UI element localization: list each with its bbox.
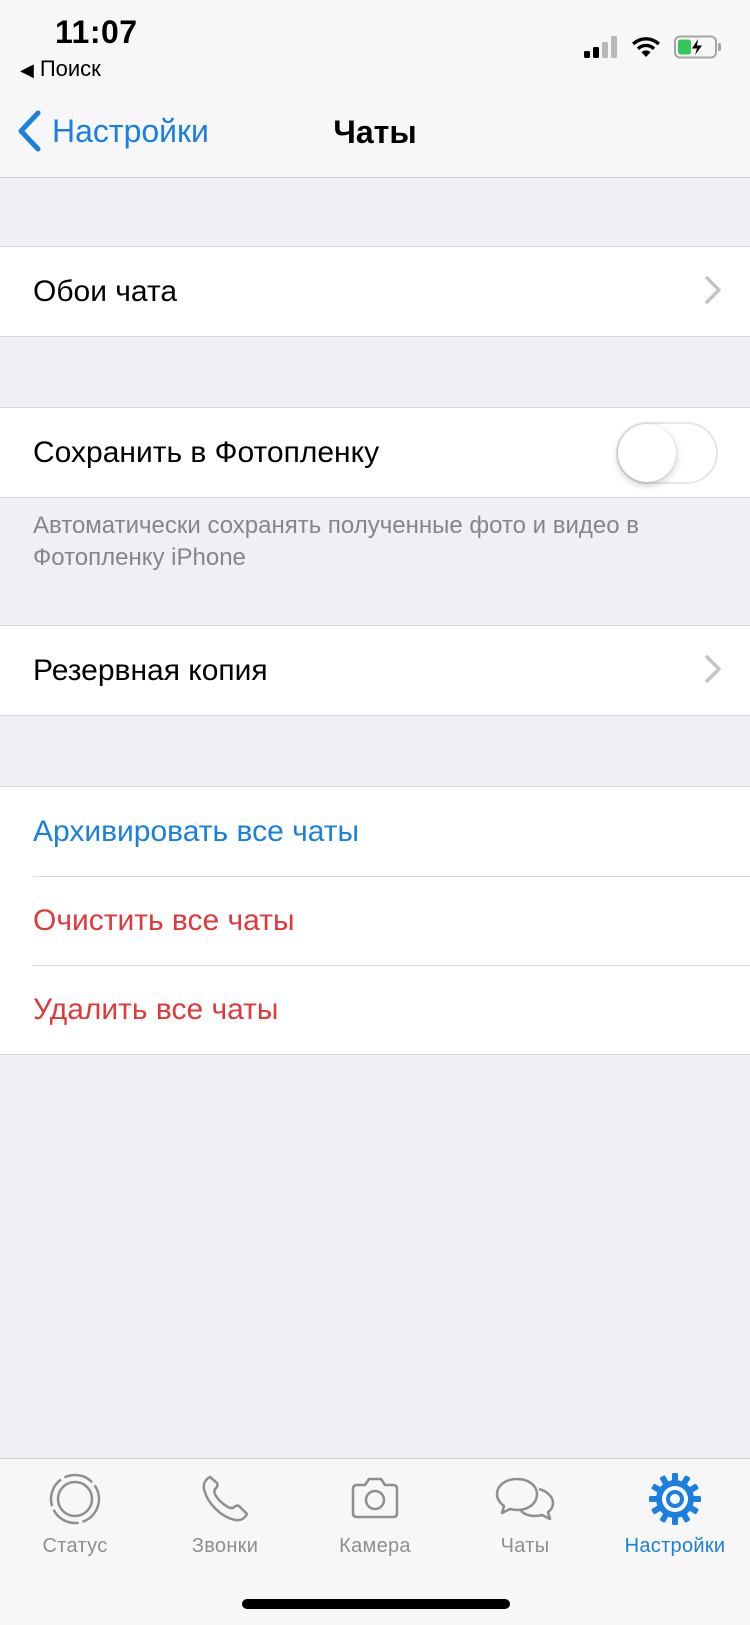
home-indicator[interactable] [242, 1599, 510, 1609]
archive-all-chats-label: Архивировать все чаты [33, 814, 360, 848]
signal-icon [584, 36, 617, 58]
tab-calls[interactable]: Звонки [150, 1471, 300, 1558]
tab-settings-label: Настройки [624, 1535, 726, 1557]
tab-camera-label: Камера [339, 1535, 411, 1557]
chat-wallpaper-label: Обои чата [33, 274, 178, 308]
status-time: 11:07 [55, 14, 138, 50]
status-icon [49, 1473, 101, 1525]
chat-wallpaper-row[interactable]: Обои чата [0, 247, 750, 336]
gear-icon [649, 1473, 701, 1525]
battery-charging-icon [674, 35, 721, 59]
backup-group: Резервная копия [0, 625, 750, 716]
clear-all-chats-label: Очистить все чаты [33, 903, 295, 937]
chat-bubbles-icon [495, 1477, 555, 1521]
clear-all-chats-button[interactable]: Очистить все чаты [0, 876, 750, 965]
status-icons [584, 34, 722, 60]
navigation-bar: Настройки Чаты [0, 90, 750, 178]
save-to-camera-roll-toggle[interactable] [616, 422, 718, 484]
delete-all-chats-label: Удалить все чаты [33, 992, 279, 1026]
delete-all-chats-button[interactable]: Удалить все чаты [0, 965, 750, 1054]
tab-calls-label: Звонки [191, 1535, 259, 1557]
tab-chats-label: Чаты [500, 1535, 550, 1557]
phone-icon [202, 1475, 249, 1522]
page-title: Чаты [333, 114, 417, 150]
archive-all-chats-button[interactable]: Архивировать все чаты [0, 787, 750, 876]
save-media-group: Сохранить в Фотопленку [0, 407, 750, 498]
backup-row[interactable]: Резервная копия [0, 626, 750, 715]
tab-camera[interactable]: Камера [300, 1471, 450, 1558]
save-to-camera-roll-label: Сохранить в Фотопленку [33, 435, 380, 469]
save-to-camera-roll-row: Сохранить в Фотопленку [0, 408, 750, 497]
save-footnote: Автоматически сохранять полученные фото … [33, 512, 639, 571]
wifi-icon [632, 37, 660, 57]
tab-settings[interactable]: Настройки [600, 1471, 750, 1558]
chevron-right-icon [705, 655, 721, 683]
status-bar: 11:07 ◀ Поиск [0, 0, 750, 90]
triangle-left-icon: ◀ [20, 60, 34, 80]
camera-icon [351, 1477, 399, 1519]
tab-chats[interactable]: Чаты [450, 1471, 600, 1558]
backup-label: Резервная копия [33, 653, 268, 687]
wallpaper-group: Обои чата [0, 246, 750, 337]
chevron-right-icon [705, 276, 721, 304]
chat-actions-group: Архивировать все чаты Очистить все чаты … [0, 786, 750, 1055]
toggle-knob [618, 424, 676, 482]
back-to-app-link[interactable]: ◀ Поиск [20, 56, 101, 82]
tab-status[interactable]: Статус [0, 1471, 150, 1558]
tab-status-label: Статус [42, 1535, 108, 1557]
back-to-app-label: Поиск [39, 56, 101, 81]
